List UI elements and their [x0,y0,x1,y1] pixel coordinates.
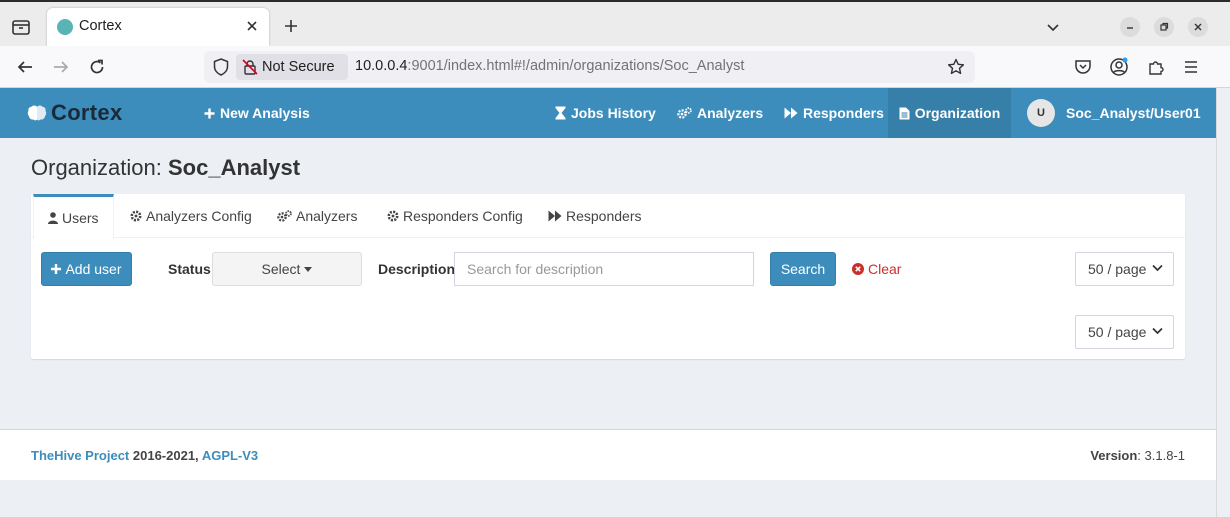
forward-arrow-icon[interactable] [50,56,72,78]
jobs-history-link[interactable]: Jobs History [545,88,666,138]
organization-link[interactable]: Organization [888,88,1011,138]
times-circle-icon [852,263,864,275]
bookmark-star-icon[interactable] [947,58,965,76]
status-select-value: Select [261,261,301,277]
plus-icon[interactable] [282,17,300,35]
reload-icon[interactable] [86,56,108,78]
tab-responders-config[interactable]: Responders Config [373,194,537,238]
account-icon[interactable] [1109,57,1129,77]
responders-link[interactable]: Responders [774,88,894,138]
organization-label: Organization [914,105,1001,121]
page-size-select-top[interactable]: 50 / page [1075,252,1174,286]
version-value: : 3.1.8-1 [1137,448,1185,463]
security-label: Not Secure [262,59,335,75]
plus-icon [51,264,62,274]
chevron-down-icon [1152,264,1163,272]
shield-icon[interactable] [212,58,230,76]
hourglass-icon [555,106,566,120]
tab-users-label: Users [62,210,99,226]
add-user-button[interactable]: Add user [41,252,132,286]
browser-tab[interactable]: Cortex [47,8,269,46]
cogs-icon [277,209,292,223]
user-menu[interactable]: U Soc_Analyst/User01 [1017,88,1211,138]
caret-down-icon [304,266,313,272]
responders-label: Responders [803,105,884,121]
new-analysis-label: New Analysis [220,105,310,121]
version-label: Version [1090,448,1138,463]
hamburger-menu-icon[interactable] [1181,57,1201,77]
footer: TheHive Project 2016-2021, AGPL-V3 Versi… [0,429,1216,480]
description-label: Description [378,261,456,277]
url-host: 10.0.0.4 [355,58,408,74]
cortex-logo[interactable]: Cortex [27,100,123,125]
extensions-icon[interactable] [1146,57,1166,77]
brain-icon [27,104,47,122]
footer-version: Version: 3.1.8-1 [1090,448,1185,463]
page-title: Organization: Soc_Analyst [31,155,300,181]
pocket-icon[interactable] [1073,57,1093,77]
chevron-down-icon [1152,327,1163,335]
analyzers-link[interactable]: Analyzers [667,88,773,138]
tab-analyzers-config-label: Analyzers Config [146,208,252,224]
search-button[interactable]: Search [770,252,836,286]
tab-list-icon[interactable] [10,16,32,38]
plus-icon [204,108,215,119]
tab-analyzers-config[interactable]: Analyzers Config [116,194,266,238]
logo-text: Cortex [51,100,123,125]
app-navbar: Cortex New Analysis Jobs History Analyze… [0,88,1216,138]
add-user-label: Add user [65,261,122,277]
tab-responders-config-label: Responders Config [403,208,523,224]
fast-forward-icon [784,107,798,119]
tab-responders[interactable]: Responders [534,194,656,238]
file-text-icon [899,107,910,120]
status-label: Status [168,261,211,277]
insecure-lock-icon [242,59,258,75]
organization-panel: Users Analyzers Config Analyzers Respond… [31,194,1185,359]
url-text[interactable]: 10.0.0.4:9001/index.html#!/admin/organiz… [355,58,744,74]
page-size-value: 50 / page [1088,324,1147,340]
page-size-select-bottom[interactable]: 50 / page [1075,315,1174,349]
organization-name: Soc_Analyst [167,155,301,180]
license-link[interactable]: AGPL-V3 [202,448,258,463]
search-label: Search [780,261,826,277]
browser-tab-bar: Cortex [0,0,1230,46]
cortex-favicon-icon [57,19,73,35]
user-name: Soc_Analyst/User01 [1066,105,1201,121]
browser-nav-bar: Not Secure 10.0.0.4:9001/index.html#!/ad… [0,46,1230,88]
user-icon [48,212,58,224]
footer-copyright: TheHive Project 2016-2021, AGPL-V3 [31,448,258,463]
restore-icon[interactable] [1154,17,1174,37]
gear-icon [387,210,399,222]
footer-years: 2016-2021, [132,448,199,463]
thehive-project-link[interactable]: TheHive Project [31,448,129,463]
organization-tabs: Users Analyzers Config Analyzers Respond… [31,194,1185,239]
tab-users[interactable]: Users [33,194,114,239]
fast-forward-icon [548,210,562,222]
close-icon[interactable] [243,17,261,35]
clear-label: Clear [868,261,902,277]
back-arrow-icon[interactable] [14,56,36,78]
window-close-icon[interactable] [1188,17,1208,37]
tab-responders-label: Responders [566,208,642,224]
url-path: :9001/index.html#!/admin/organizations/S… [407,58,745,74]
address-bar[interactable]: Not Secure 10.0.0.4:9001/index.html#!/ad… [204,51,975,83]
tab-title: Cortex [79,18,122,34]
new-analysis-link[interactable]: New Analysis [194,88,320,138]
clear-button[interactable]: Clear [852,261,901,277]
description-search-input[interactable] [454,252,754,286]
tab-analyzers-label: Analyzers [296,208,358,224]
analyzers-label: Analyzers [697,105,764,121]
avatar: U [1027,99,1055,127]
cogs-icon [677,106,692,120]
chevron-down-icon[interactable] [1044,18,1062,36]
page-scrollbar[interactable] [1216,88,1230,517]
minimize-icon[interactable] [1120,17,1140,37]
tab-analyzers[interactable]: Analyzers [263,194,371,238]
page-title-prefix: Organization: [31,155,162,180]
security-indicator[interactable]: Not Secure [236,54,348,80]
status-select[interactable]: Select [212,252,362,286]
gear-icon [130,210,142,222]
jobs-history-label: Jobs History [571,105,656,121]
page-size-value: 50 / page [1088,261,1147,277]
